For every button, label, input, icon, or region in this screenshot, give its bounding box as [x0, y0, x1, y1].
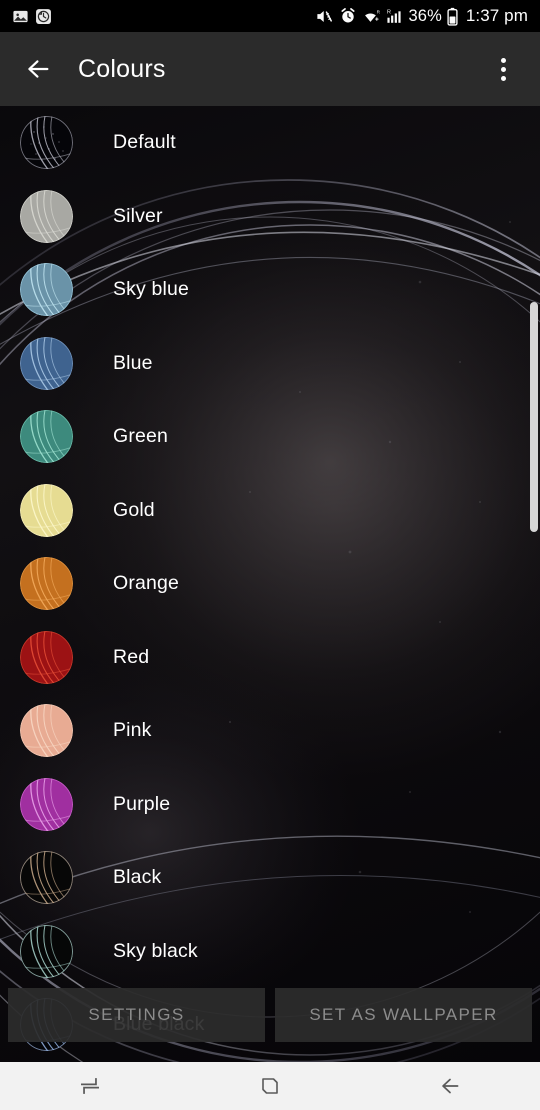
colour-swatch-icon: [20, 336, 73, 390]
colour-list-item[interactable]: Default: [0, 106, 540, 180]
colour-swatch-icon: [20, 851, 73, 905]
status-bar-clock: 1:37 pm: [465, 6, 528, 25]
settings-button[interactable]: SETTINGS: [8, 988, 265, 1042]
recents-icon: [81, 1078, 99, 1094]
scrollbar-track: [530, 106, 540, 1062]
svg-text:R: R: [376, 10, 380, 15]
colour-swatch-icon: [20, 189, 73, 243]
colour-label: Pink: [113, 719, 152, 742]
colour-list-item[interactable]: Red: [0, 621, 540, 695]
colour-label: Purple: [113, 792, 171, 815]
home-button[interactable]: [180, 1062, 360, 1110]
system-navigation-bar: [0, 1062, 540, 1110]
colour-label: Sky blue: [113, 278, 189, 301]
colour-list-item[interactable]: Gold: [0, 474, 540, 548]
page-title: Colours: [78, 54, 166, 83]
colour-list-item[interactable]: Sky black: [0, 915, 540, 989]
scrollbar-thumb[interactable]: [530, 302, 538, 532]
menu-dot: [500, 75, 506, 81]
status-bar-left-icons: [12, 8, 52, 25]
back-icon: [442, 1078, 459, 1094]
colour-list-item[interactable]: Pink: [0, 694, 540, 768]
colour-swatch-icon: [20, 263, 73, 317]
alarm-icon: [339, 7, 357, 25]
colour-label: Green: [113, 425, 168, 448]
colour-label: Red: [113, 645, 150, 668]
colour-swatch-icon: [20, 777, 73, 831]
signal-icon: R: [387, 7, 404, 25]
colour-swatch-icon: [20, 557, 73, 611]
colour-list-item[interactable]: Sky blue: [0, 253, 540, 327]
recents-button[interactable]: [0, 1062, 180, 1110]
colour-label: Orange: [113, 572, 179, 595]
colour-list[interactable]: Default Silver Sky blue Blue Green Gold …: [0, 106, 540, 1062]
colour-swatch-icon: [20, 924, 73, 978]
battery-percent-label: 36%: [408, 6, 442, 25]
history-icon: [35, 8, 52, 25]
nav-back-button[interactable]: [360, 1062, 540, 1110]
colour-list-item[interactable]: Purple: [0, 768, 540, 842]
menu-dot: [500, 57, 506, 63]
colour-list-item[interactable]: Black: [0, 841, 540, 915]
colour-list-item[interactable]: Orange: [0, 547, 540, 621]
colour-label: Gold: [113, 498, 155, 521]
colour-list-item[interactable]: Blue: [0, 327, 540, 401]
colour-list-item[interactable]: Green: [0, 400, 540, 474]
colour-swatch-icon: [20, 483, 73, 537]
colour-label: Sky black: [113, 939, 198, 962]
colour-swatch-icon: [20, 410, 73, 464]
overflow-menu-icon[interactable]: [480, 41, 526, 97]
colour-label: Black: [113, 866, 162, 889]
status-bar: R R 36% 1:37 pm: [0, 0, 540, 32]
phone-screen: R R 36% 1:37 pm Colours Default Silver S…: [0, 0, 540, 1110]
colour-swatch-icon: [20, 630, 73, 684]
menu-dot: [500, 66, 506, 72]
colour-label: Blue: [113, 351, 153, 374]
colour-list-item[interactable]: Silver: [0, 180, 540, 254]
colour-swatch-icon: [20, 704, 73, 758]
status-bar-right-icons: R R 36% 1:37 pm: [315, 6, 528, 26]
home-icon: [262, 1078, 278, 1094]
battery-icon: [447, 7, 458, 26]
back-arrow-icon[interactable]: [10, 41, 66, 97]
colour-label: Silver: [113, 204, 163, 227]
colour-swatch-icon: [20, 116, 73, 170]
mute-icon: [315, 7, 334, 26]
wifi-icon: R: [362, 7, 382, 25]
action-button-bar: SETTINGS SET AS WALLPAPER: [0, 988, 540, 1042]
svg-text:R: R: [387, 9, 391, 15]
colour-label: Default: [113, 131, 176, 154]
image-icon: [12, 8, 29, 25]
set-as-wallpaper-button[interactable]: SET AS WALLPAPER: [275, 988, 532, 1042]
app-bar: Colours: [0, 32, 540, 106]
